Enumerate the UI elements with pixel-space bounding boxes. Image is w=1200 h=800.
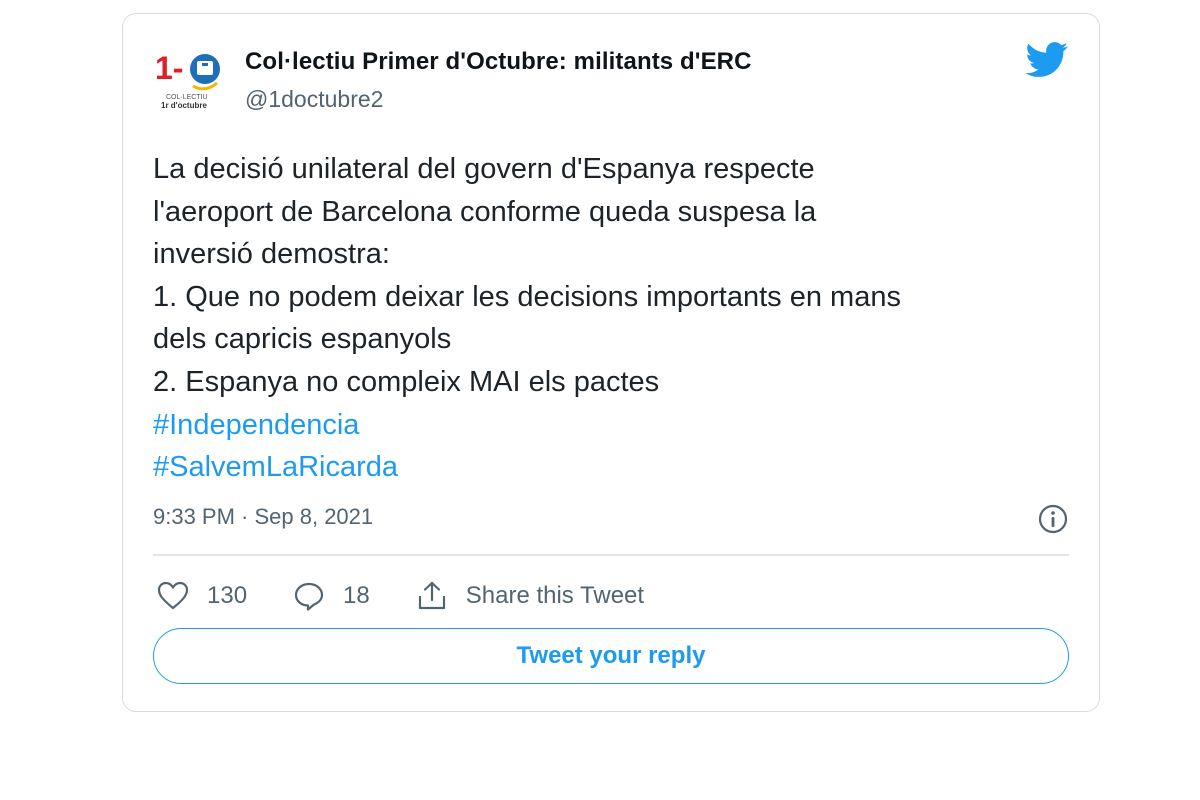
logo-text: 1- [155,50,183,86]
info-icon[interactable] [1037,503,1069,535]
reply-button[interactable]: 18 [293,581,370,611]
author-names: Col·lectiu Primer d'Octubre: militants d… [245,48,752,113]
tweet-timestamp[interactable]: 9:33 PM · Sep 8, 2021 [153,504,373,530]
heart-icon [157,581,189,610]
logo-line1: COL·LECTIU [166,94,208,101]
logo-line2: 1r d'octubre [161,101,207,110]
collectiu-logo-icon: 1- COL·LECTIU 1r d'octubre [155,50,220,110]
share-button[interactable]: Share this Tweet [416,581,644,611]
tweet-header: 1- COL·LECTIU 1r d'octubre Col·lectiu Pr… [153,36,1069,116]
twitter-bird-icon[interactable] [1025,42,1069,78]
tweet-line: 2. Espanya no compleix MAI els pactes [153,365,660,398]
hashtag-link[interactable]: #Independencia [153,404,1083,447]
like-count: 130 [207,582,248,609]
tweet-card[interactable]: 1- COL·LECTIU 1r d'octubre Col·lectiu Pr… [122,13,1100,712]
avatar[interactable]: 1- COL·LECTIU 1r d'octubre [153,41,223,111]
divider [153,554,1069,556]
share-icon [418,581,445,610]
tweet-line: 1. Que no podem deixar les decisions imp… [153,280,901,313]
tweet-line: La decisió unilateral del govern d'Espan… [153,153,815,185]
like-button[interactable]: 130 [157,581,247,611]
tweet-actions: 130 18 Share this Tweet [157,576,690,616]
tweet-line: inversió demostra: [153,238,390,271]
tweet-your-reply-button[interactable]: Tweet your reply [153,628,1069,684]
reply-bubble-icon [294,582,324,611]
author-handle[interactable]: @1doctubre2 [245,86,752,113]
tweet-text: La decisió unilateral del govern d'Espan… [153,148,1083,489]
tweet-line: dels capricis espanyols [153,323,452,356]
hashtag-link[interactable]: #SalvemLaRicarda [153,446,1083,489]
share-label: Share this Tweet [465,582,645,609]
reply-count: 18 [343,582,370,609]
author-display-name[interactable]: Col·lectiu Primer d'Octubre: militants d… [245,48,752,76]
tweet-line: l'aeroport de Barcelona conforme queda s… [153,195,817,228]
